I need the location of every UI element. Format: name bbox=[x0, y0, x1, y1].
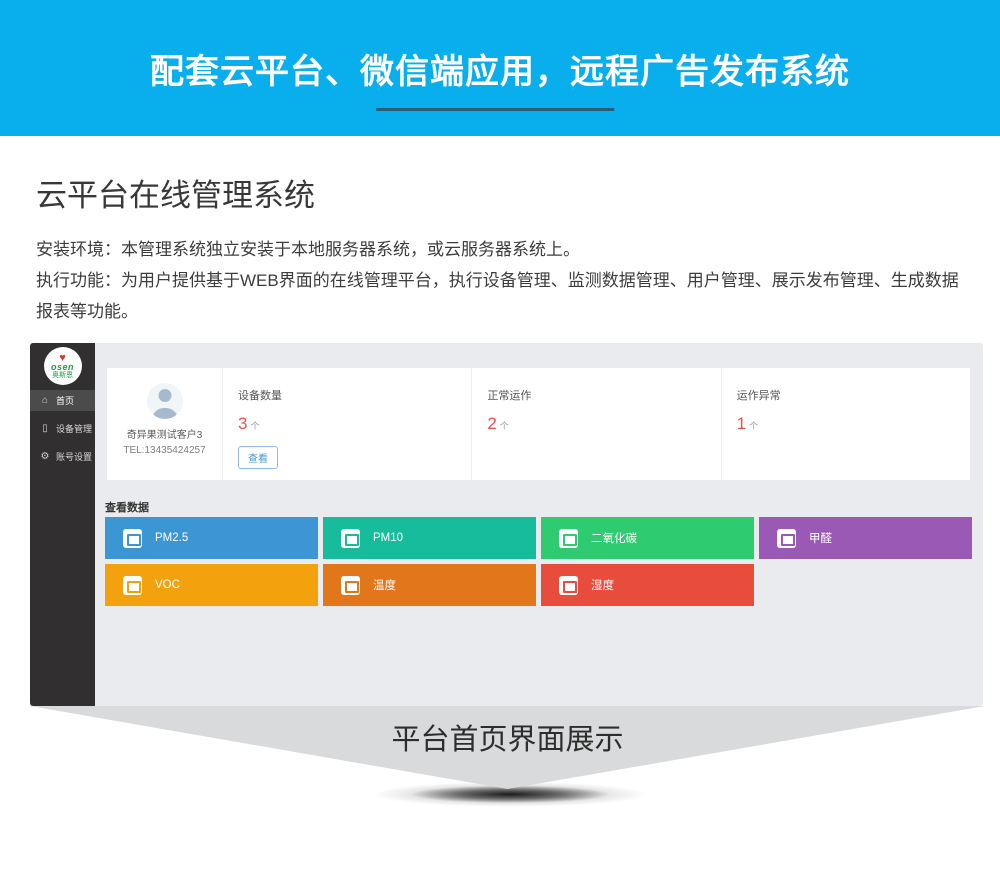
stat-label: 设备数量 bbox=[238, 387, 471, 403]
temperature-card-icon bbox=[341, 576, 360, 595]
card-label: 甲醛 bbox=[809, 530, 832, 546]
card-pm10[interactable]: PM10 bbox=[323, 517, 536, 559]
user-name: 奇异果测试客户3 bbox=[127, 426, 203, 441]
section-title: 云平台在线管理系统 bbox=[36, 170, 315, 215]
caption-text: 平台首页界面展示 bbox=[391, 716, 623, 758]
page: 配套云平台、微信端应用，远程广告发布系统 云平台在线管理系统 安装环境：本管理系… bbox=[0, 0, 1000, 870]
stat-value: 3个 bbox=[238, 414, 471, 434]
stat-number: 2 bbox=[487, 414, 496, 433]
sidebar: ♥ osen 奥斯恩 ⌂ 首页 ▯ 设备管理 ⚙ 账号设置 bbox=[30, 343, 95, 706]
overview-card: 奇异果测试客户3 TEL:13435424257 设备数量 3个 查看 正常运作… bbox=[107, 368, 970, 480]
home-icon: ⌂ bbox=[39, 395, 51, 406]
card-label: PM2.5 bbox=[155, 532, 188, 544]
card-label: 湿度 bbox=[591, 577, 614, 593]
pm25-card-icon bbox=[123, 529, 142, 548]
settings-icon: ⚙ bbox=[39, 451, 51, 462]
banner-underline bbox=[376, 108, 614, 111]
co2-card-icon bbox=[559, 529, 578, 548]
brand-logo: ♥ osen 奥斯恩 bbox=[44, 347, 82, 385]
card-label: VOC bbox=[155, 579, 180, 591]
data-cards-grid: PM2.5 PM10 二氧化碳 甲醛 VOC bbox=[105, 517, 972, 606]
stat-device-count: 设备数量 3个 查看 bbox=[222, 368, 471, 480]
sidebar-item-home[interactable]: ⌂ 首页 bbox=[30, 390, 95, 411]
sidebar-item-label: 设备管理 bbox=[56, 422, 92, 435]
intro-paragraph-1: 安装环境：本管理系统独立安装于本地服务器系统，或云服务器系统上。 bbox=[36, 234, 974, 265]
card-label: 二氧化碳 bbox=[591, 530, 637, 546]
user-tel: TEL:13435424257 bbox=[123, 445, 205, 456]
card-formaldehyde[interactable]: 甲醛 bbox=[759, 517, 972, 559]
heart-icon: ♥ bbox=[59, 353, 66, 363]
avatar bbox=[147, 383, 183, 419]
stat-label: 运作异常 bbox=[737, 387, 970, 403]
sidebar-item-label: 首页 bbox=[56, 394, 74, 407]
sidebar-item-account[interactable]: ⚙ 账号设置 bbox=[30, 446, 95, 467]
stat-unit: 个 bbox=[500, 421, 509, 431]
top-banner: 配套云平台、微信端应用，远程广告发布系统 bbox=[0, 0, 1000, 136]
section-description: 安装环境：本管理系统独立安装于本地服务器系统，或云服务器系统上。 执行功能：为用… bbox=[36, 234, 974, 327]
sidebar-item-label: 账号设置 bbox=[56, 450, 92, 463]
user-panel: 奇异果测试客户3 TEL:13435424257 bbox=[107, 368, 222, 480]
banner-title: 配套云平台、微信端应用，远程广告发布系统 bbox=[0, 44, 1000, 93]
card-label: PM10 bbox=[373, 532, 403, 544]
pm10-card-icon bbox=[341, 529, 360, 548]
card-co2[interactable]: 二氧化碳 bbox=[541, 517, 754, 559]
stat-running-abnormal: 运作异常 1个 bbox=[721, 368, 970, 480]
humidity-card-icon bbox=[559, 576, 578, 595]
caption-banner: 平台首页界面展示 bbox=[30, 706, 985, 789]
dashboard-screenshot: ♥ osen 奥斯恩 ⌂ 首页 ▯ 设备管理 ⚙ 账号设置 bbox=[30, 343, 983, 706]
stat-label: 正常运作 bbox=[487, 387, 720, 403]
brand-name: osen bbox=[51, 363, 74, 372]
intro-paragraph-2: 执行功能：为用户提供基于WEB界面的在线管理平台，执行设备管理、监测数据管理、用… bbox=[36, 265, 974, 327]
card-humidity[interactable]: 湿度 bbox=[541, 564, 754, 606]
card-pm25[interactable]: PM2.5 bbox=[105, 517, 318, 559]
stat-unit: 个 bbox=[250, 421, 259, 431]
stat-value: 1个 bbox=[737, 414, 970, 434]
stat-running-normal: 正常运作 2个 bbox=[471, 368, 720, 480]
view-button[interactable]: 查看 bbox=[238, 446, 278, 469]
device-icon: ▯ bbox=[39, 423, 51, 434]
card-voc[interactable]: VOC bbox=[105, 564, 318, 606]
stat-number: 1 bbox=[737, 414, 746, 433]
formaldehyde-card-icon bbox=[777, 529, 796, 548]
brand-name-cn: 奥斯恩 bbox=[52, 372, 73, 380]
avatar-head bbox=[158, 389, 171, 402]
card-label: 温度 bbox=[373, 577, 396, 593]
stat-number: 3 bbox=[238, 414, 247, 433]
sidebar-item-devices[interactable]: ▯ 设备管理 bbox=[30, 418, 95, 439]
card-temperature[interactable]: 温度 bbox=[323, 564, 536, 606]
stat-unit: 个 bbox=[749, 421, 758, 431]
stat-value: 2个 bbox=[487, 414, 720, 434]
voc-card-icon bbox=[123, 576, 142, 595]
view-data-label: 查看数据 bbox=[105, 499, 149, 515]
dashboard-main: 奇异果测试客户3 TEL:13435424257 设备数量 3个 查看 正常运作… bbox=[95, 343, 983, 706]
avatar-shoulders bbox=[152, 408, 178, 419]
sidebar-menu: ⌂ 首页 ▯ 设备管理 ⚙ 账号设置 bbox=[30, 390, 95, 474]
